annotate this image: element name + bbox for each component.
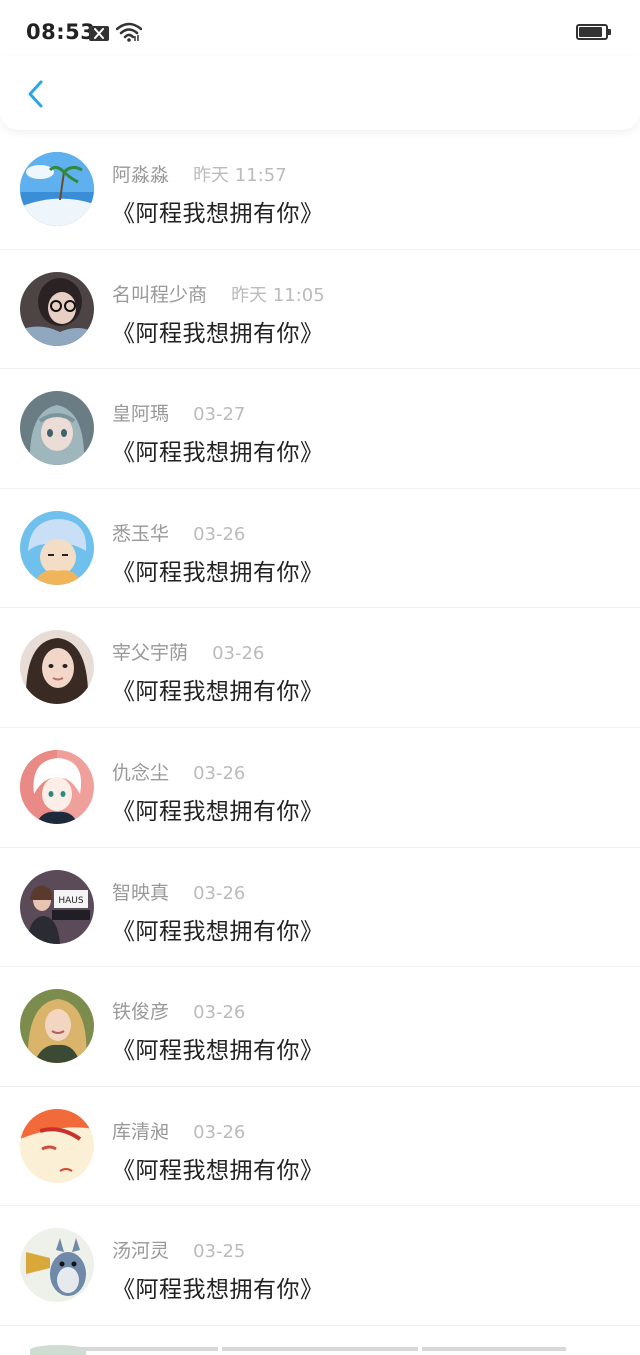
comment-time: 03-27	[193, 404, 246, 426]
placeholder-bar	[76, 1347, 218, 1351]
notification-blocked-icon	[89, 26, 109, 41]
avatar[interactable]	[20, 1108, 94, 1183]
comment-time: 03-26	[212, 643, 265, 665]
comment-time: 03-26	[193, 762, 246, 784]
username[interactable]: 汤河灵	[112, 1240, 169, 1262]
username[interactable]: 仇念尘	[112, 762, 169, 784]
username[interactable]: 铁俊彦	[112, 1001, 169, 1023]
navigation-bar	[0, 56, 640, 130]
list-item[interactable]: 宰父宇荫 03-26 《阿程我想拥有你》	[0, 608, 640, 728]
list-item[interactable]: 汤河灵 03-25 《阿程我想拥有你》	[0, 1206, 640, 1326]
battery-icon	[576, 24, 611, 40]
comment-text: 《阿程我想拥有你》	[112, 201, 324, 227]
username[interactable]: 悉玉华	[112, 523, 169, 545]
back-button[interactable]	[16, 74, 56, 114]
status-bar: 08:53	[0, 0, 640, 64]
avatar[interactable]	[20, 630, 94, 705]
list-item[interactable]: 名叫程少商 昨天 11:05 《阿程我想拥有你》	[0, 250, 640, 370]
comment-time: 03-26	[193, 1002, 246, 1024]
status-time: 08:53	[26, 20, 96, 44]
comment-time: 昨天 11:05	[231, 284, 325, 306]
comment-time: 03-26	[193, 882, 246, 904]
avatar[interactable]	[20, 510, 94, 585]
avatar-sign-text: HAUS	[58, 896, 84, 906]
avatar[interactable]	[20, 391, 94, 466]
comment-text: 《阿程我想拥有你》	[112, 679, 324, 706]
list-item[interactable]: 皇阿瑪 03-27 《阿程我想拥有你》	[0, 369, 640, 489]
comment-text: 《阿程我想拥有你》	[112, 918, 324, 945]
username[interactable]: 皇阿瑪	[112, 403, 169, 425]
username[interactable]: 阿淼淼	[112, 164, 169, 186]
avatar[interactable]	[20, 271, 94, 346]
list-item-partial	[0, 1325, 640, 1355]
username[interactable]: 智映真	[112, 882, 169, 904]
comment-list: 阿淼淼 昨天 11:57 《阿程我想拥有你》 名叫程少商 昨天 11:05 《阿…	[0, 130, 640, 1326]
username[interactable]: 库清昶	[112, 1121, 169, 1143]
placeholder-bar	[222, 1347, 418, 1351]
list-item[interactable]: 阿淼淼 昨天 11:57 《阿程我想拥有你》	[0, 130, 640, 250]
comment-time: 03-26	[193, 1121, 246, 1143]
comment-text: 《阿程我想拥有你》	[112, 1038, 324, 1065]
comment-time: 03-25	[193, 1241, 246, 1263]
avatar[interactable]	[20, 749, 94, 824]
wifi-icon	[115, 22, 143, 46]
chevron-left-icon	[28, 80, 43, 108]
list-item[interactable]: 铁俊彦 03-26 《阿程我想拥有你》	[0, 967, 640, 1087]
avatar[interactable]	[20, 989, 94, 1064]
comment-text: 《阿程我想拥有你》	[112, 798, 324, 825]
placeholder-bar	[422, 1347, 566, 1351]
avatar[interactable]	[20, 1228, 94, 1303]
comment-text: 《阿程我想拥有你》	[112, 1157, 324, 1184]
username[interactable]: 名叫程少商	[112, 284, 207, 306]
comment-text: 《阿程我想拥有你》	[112, 559, 324, 586]
comment-text: 《阿程我想拥有你》	[112, 320, 324, 347]
comment-text: 《阿程我想拥有你》	[112, 440, 324, 467]
avatar[interactable]: HAUS	[20, 869, 94, 944]
list-item[interactable]: 仇念尘 03-26 《阿程我想拥有你》	[0, 728, 640, 848]
username[interactable]: 宰父宇荫	[112, 642, 188, 664]
comment-time: 昨天 11:57	[193, 165, 287, 186]
avatar[interactable]	[20, 152, 94, 226]
list-item[interactable]: HAUS 智映真 03-26 《阿程我想拥有你》	[0, 848, 640, 968]
list-item[interactable]: 悉玉华 03-26 《阿程我想拥有你》	[0, 489, 640, 609]
comment-text: 《阿程我想拥有你》	[112, 1277, 324, 1304]
list-item[interactable]: 库清昶 03-26 《阿程我想拥有你》	[0, 1087, 640, 1207]
comment-time: 03-26	[193, 523, 246, 545]
